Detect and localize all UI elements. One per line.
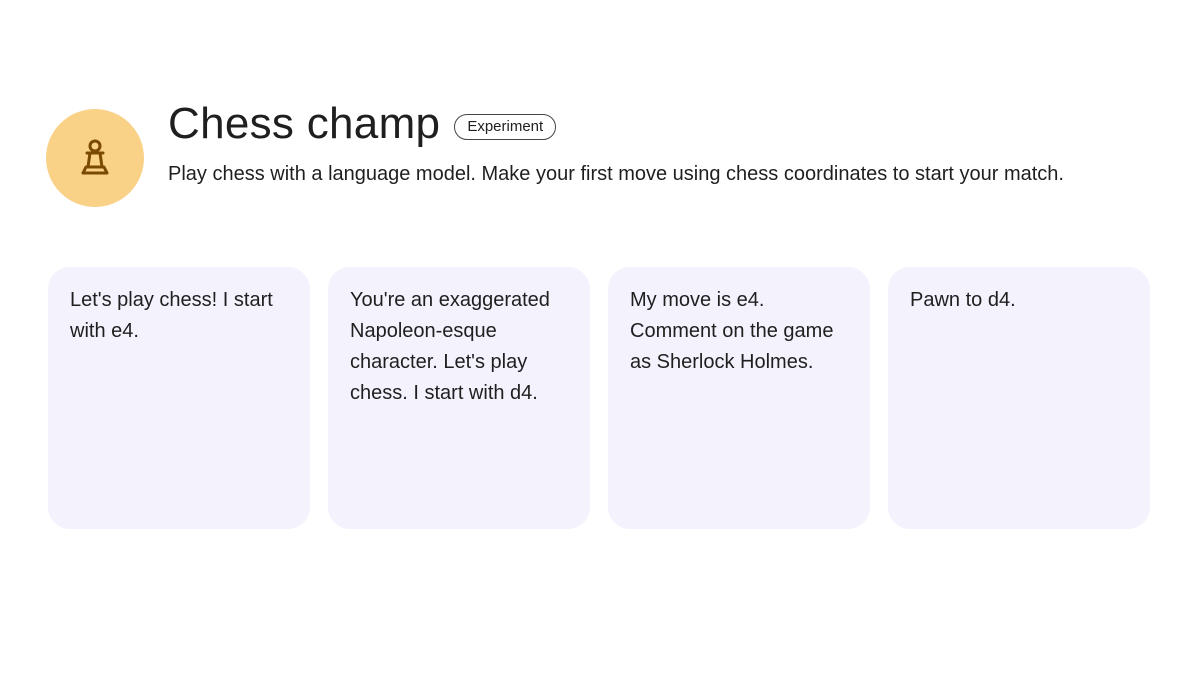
prompt-card[interactable]: Pawn to d4.	[888, 267, 1150, 529]
experiment-badge: Experiment	[454, 114, 557, 140]
prompt-cards: Let's play chess! I start with e4. You'r…	[48, 267, 1150, 529]
header: Chess champ Experiment Play chess with a…	[168, 96, 1128, 190]
page-description: Play chess with a language model. Make y…	[168, 163, 1064, 185]
chess-pawn-icon	[78, 139, 112, 177]
avatar	[46, 109, 144, 207]
prompt-card[interactable]: Let's play chess! I start with e4.	[48, 267, 310, 529]
prompt-card[interactable]: You're an exaggerated Napoleon-esque cha…	[328, 267, 590, 529]
title-row: Chess champ Experiment	[168, 96, 1128, 152]
chess-champ-page: Chess champ Experiment Play chess with a…	[0, 0, 1200, 675]
prompt-card[interactable]: My move is e4. Comment on the game as Sh…	[608, 267, 870, 529]
page-title: Chess champ	[168, 99, 441, 148]
